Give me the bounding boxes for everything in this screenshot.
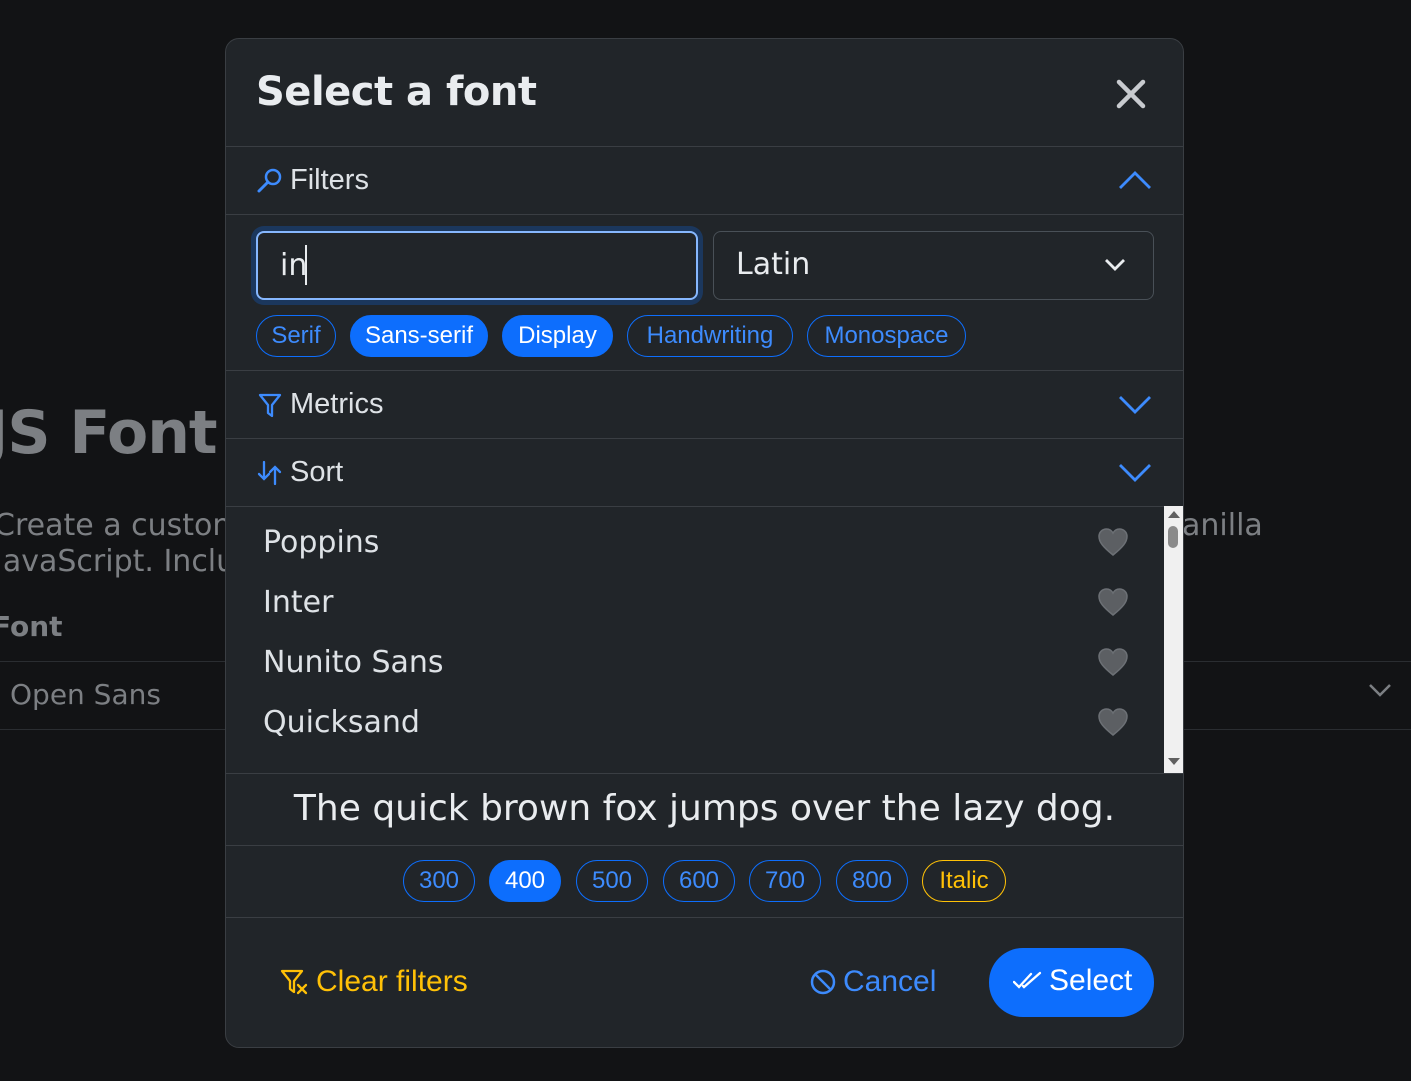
category-pill-display[interactable]: Display: [502, 315, 613, 357]
weight-pill-700[interactable]: 700: [749, 860, 821, 902]
scroll-up-arrow-icon[interactable]: [1168, 510, 1180, 518]
scroll-down-arrow-icon[interactable]: [1168, 758, 1180, 766]
chevron-up-icon: [1119, 171, 1151, 189]
font-name: Inter: [263, 585, 334, 620]
heart-icon[interactable]: [1097, 527, 1129, 557]
preview-text: The quick brown fox jumps over the lazy …: [293, 788, 1116, 829]
modal-header: Select a font: [226, 39, 1183, 147]
sort-accordion-header[interactable]: Sort: [226, 439, 1183, 507]
search-icon: [257, 168, 282, 193]
italic-toggle-pill[interactable]: Italic: [922, 860, 1006, 902]
text-caret: [305, 245, 307, 285]
category-pill-serif[interactable]: Serif: [256, 315, 336, 357]
script-select[interactable]: Latin: [713, 231, 1154, 300]
sort-arrows-icon: [257, 460, 282, 486]
cancel-label: Cancel: [843, 965, 937, 998]
font-list-item-inter[interactable]: Inter: [263, 585, 1143, 625]
heart-icon[interactable]: [1097, 587, 1129, 617]
weight-pill-800[interactable]: 800: [836, 860, 908, 902]
font-list-item-poppins[interactable]: Poppins: [263, 525, 1143, 565]
chevron-down-icon: [1119, 396, 1151, 414]
metrics-accordion-header[interactable]: Metrics: [226, 371, 1183, 439]
font-list[interactable]: Poppins Inter Nunito Sans Quicksand: [226, 506, 1183, 773]
font-picker-modal: Select a font Filters Latin Serif Sans-s…: [225, 38, 1184, 1048]
modal-title: Select a font: [256, 69, 537, 115]
font-list-scrollbar[interactable]: [1164, 506, 1183, 773]
double-check-icon: [1013, 971, 1042, 989]
page-description-right: anilla: [1182, 508, 1263, 543]
description-line-1: Create a customi: [0, 508, 250, 543]
divider: [226, 917, 1183, 918]
script-select-value: Latin: [736, 247, 811, 282]
font-name: Quicksand: [263, 705, 420, 740]
page-description: Create a customi JavaScript. Inclu: [0, 508, 250, 580]
filters-accordion-header[interactable]: Filters: [226, 147, 1183, 215]
metrics-label: Metrics: [290, 388, 384, 420]
weight-pill-600[interactable]: 600: [663, 860, 735, 902]
select-label: Select: [1049, 964, 1133, 997]
font-preview: The quick brown fox jumps over the lazy …: [226, 773, 1183, 846]
chevron-down-icon: [1105, 259, 1125, 271]
weight-pill-300[interactable]: 300: [403, 860, 475, 902]
description-line-2: JavaScript. Inclu: [0, 544, 236, 579]
font-field-label: Font: [0, 610, 63, 643]
filter-funnel-icon: [258, 393, 282, 418]
cancel-button[interactable]: Cancel: [809, 965, 936, 999]
font-name: Nunito Sans: [263, 645, 444, 680]
close-icon[interactable]: [1114, 77, 1148, 111]
clear-filter-icon: [280, 969, 308, 995]
chevron-down-icon: [1119, 464, 1151, 482]
clear-filters-button[interactable]: Clear filters: [280, 965, 468, 999]
heart-icon[interactable]: [1097, 707, 1129, 737]
clear-filters-label: Clear filters: [316, 965, 468, 998]
category-pill-sans-serif[interactable]: Sans-serif: [350, 315, 488, 357]
font-picker-value: Open Sans: [10, 678, 161, 711]
sort-label: Sort: [290, 456, 344, 488]
select-button[interactable]: Select: [989, 948, 1154, 1017]
weight-pill-500[interactable]: 500: [576, 860, 648, 902]
heart-icon[interactable]: [1097, 647, 1129, 677]
weight-pill-400[interactable]: 400: [489, 860, 561, 902]
cancel-icon: [810, 969, 836, 995]
chevron-down-icon: [1369, 684, 1391, 697]
filters-label: Filters: [290, 164, 369, 196]
scrollbar-thumb[interactable]: [1168, 526, 1178, 548]
category-pill-handwriting[interactable]: Handwriting: [627, 315, 793, 357]
font-list-item-nunito-sans[interactable]: Nunito Sans: [263, 645, 1143, 685]
font-list-item-quicksand[interactable]: Quicksand: [263, 705, 1143, 745]
category-pill-monospace[interactable]: Monospace: [807, 315, 966, 357]
font-search-input[interactable]: [256, 231, 698, 300]
font-name: Poppins: [263, 525, 380, 560]
